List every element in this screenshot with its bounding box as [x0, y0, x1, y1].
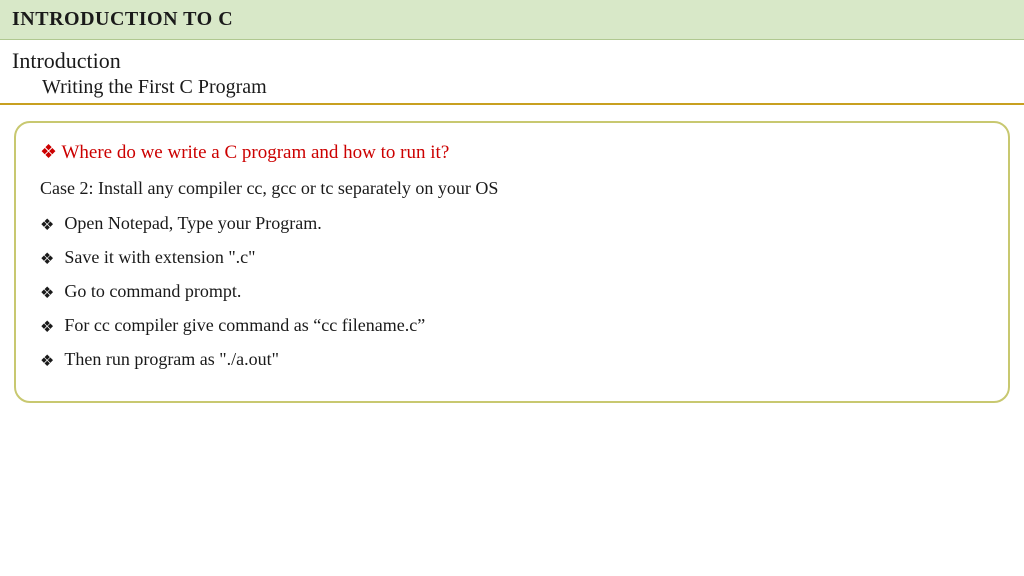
bullet-item-4: For cc compiler give command as “cc file…: [40, 315, 984, 337]
header-bar: INTRODUCTION TO C: [0, 0, 1024, 40]
bullet-text-4: For cc compiler give command as “cc file…: [64, 315, 425, 336]
breadcrumb-intro: Introduction: [12, 48, 1012, 74]
content-area: Where do we write a C program and how to…: [14, 121, 1010, 403]
header-title: INTRODUCTION TO C: [12, 8, 233, 30]
bullet-item-5: Then run program as "./a.out": [40, 349, 984, 371]
breadcrumb-section: Introduction Writing the First C Program: [0, 40, 1024, 105]
bullet-item-1: Open Notepad, Type your Program.: [40, 213, 984, 235]
bullet-text-3: Go to command prompt.: [64, 281, 241, 302]
case-line: Case 2: Install any compiler cc, gcc or …: [40, 178, 984, 199]
bullet-item-2: Save it with extension ".c": [40, 247, 984, 269]
bullet-item-3: Go to command prompt.: [40, 281, 984, 303]
bullet-text-1: Open Notepad, Type your Program.: [64, 213, 321, 234]
question-line: Where do we write a C program and how to…: [40, 141, 984, 164]
bullet-text-5: Then run program as "./a.out": [64, 349, 279, 370]
bullet-text-2: Save it with extension ".c": [64, 247, 255, 268]
breadcrumb-sub: Writing the First C Program: [12, 76, 1012, 99]
